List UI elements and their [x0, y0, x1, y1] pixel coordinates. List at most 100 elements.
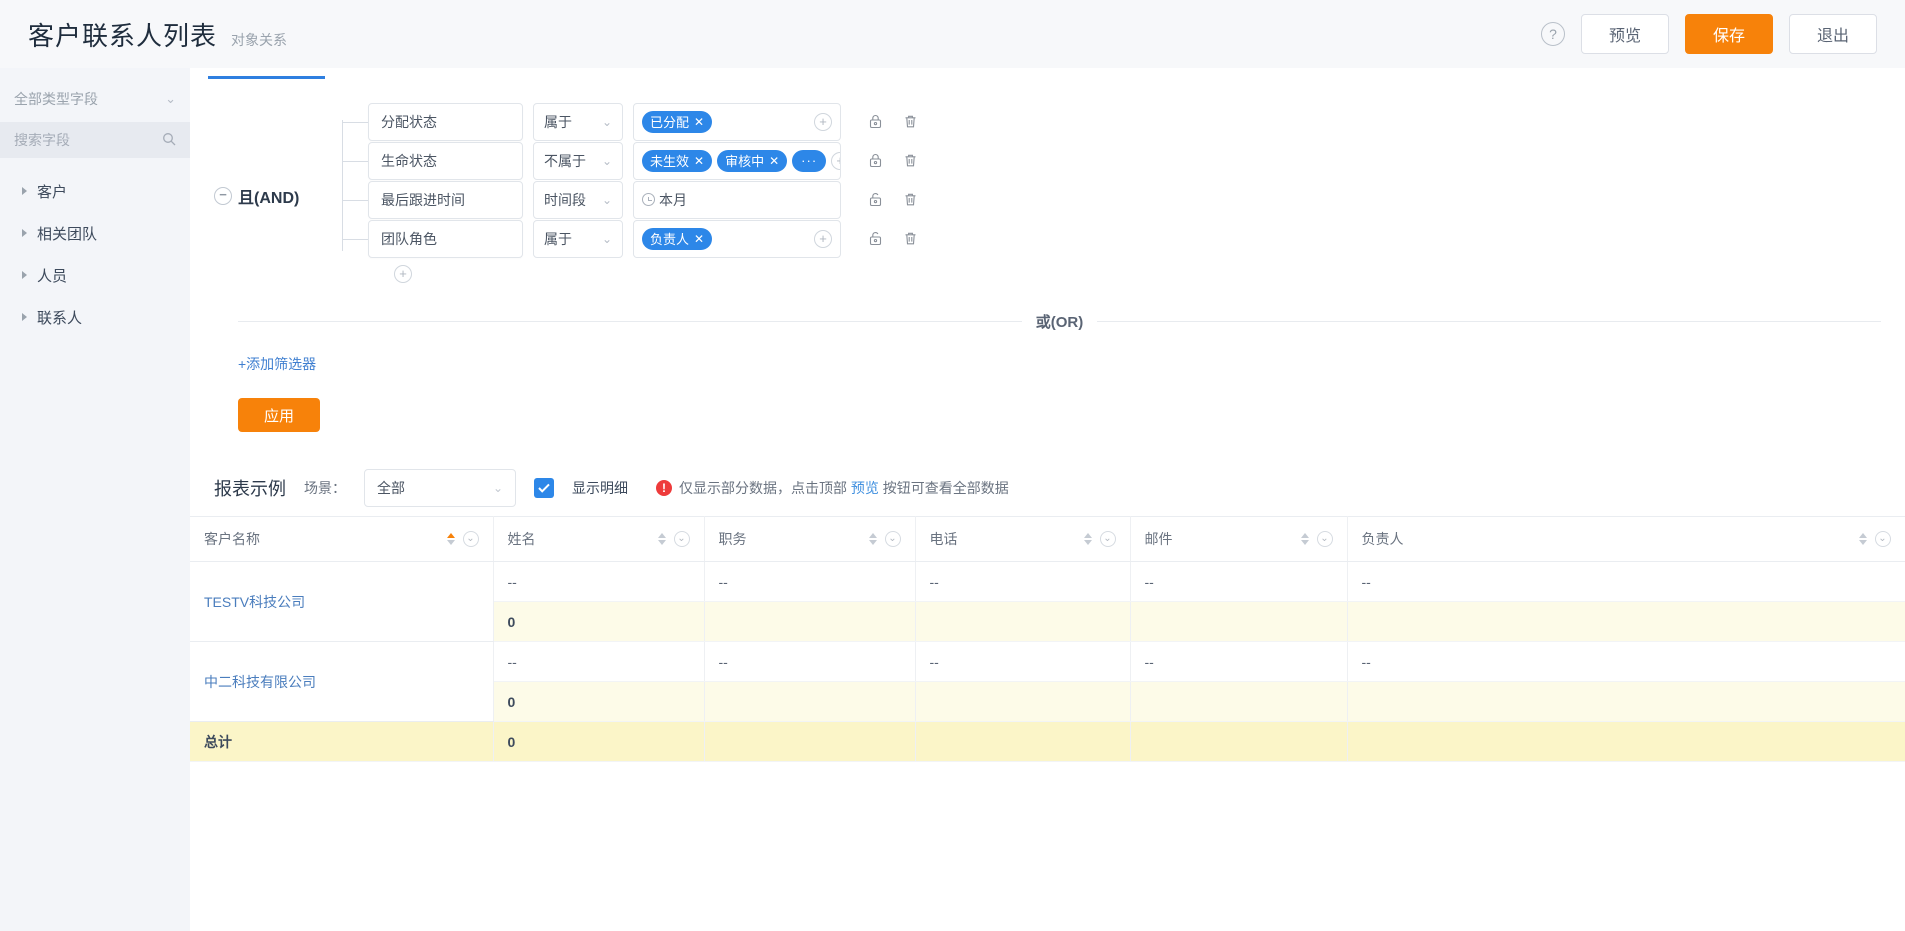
add-condition-button[interactable]: +	[394, 265, 412, 283]
cell-phone: --	[915, 562, 1130, 602]
and-label-text: 且(AND)	[238, 184, 299, 208]
sort-control[interactable]	[447, 533, 455, 545]
cell-position: --	[704, 562, 915, 602]
warning-prefix: 仅显示部分数据，点击顶部	[679, 480, 847, 496]
sidebar-item-customer[interactable]: 客户	[0, 170, 190, 212]
column-menu-icon[interactable]: ⌄	[885, 531, 901, 547]
scene-select[interactable]: 全部 ⌄	[364, 469, 516, 507]
help-icon[interactable]: ?	[1541, 22, 1565, 46]
save-button[interactable]: 保存	[1685, 14, 1773, 54]
show-detail-checkbox[interactable]	[534, 478, 554, 498]
add-filter-link[interactable]: +添加筛选器	[238, 354, 316, 374]
chevron-down-icon: ⌄	[493, 481, 503, 495]
value-tag[interactable]: 负责人 ✕	[642, 228, 712, 250]
filter-field-select[interactable]: 团队角色	[368, 220, 523, 258]
filter-value-field[interactable]: 未生效 ✕ 审核中 ✕ ··· +	[633, 142, 841, 180]
column-menu-icon[interactable]: ⌄	[1100, 531, 1116, 547]
column-header-label: 客户名称	[204, 529, 447, 549]
filter-field-select[interactable]: 生命状态	[368, 142, 523, 180]
filter-field-select[interactable]: 分配状态	[368, 103, 523, 141]
column-header-label: 负责人	[1362, 529, 1859, 549]
search-icon	[162, 132, 176, 149]
sort-control[interactable]	[1859, 533, 1867, 545]
column-header-name[interactable]: 姓名 ⌄	[493, 517, 704, 562]
sort-control[interactable]	[1301, 533, 1309, 545]
lock-closed-icon[interactable]	[867, 152, 884, 169]
filter-operator-select[interactable]: 属于 ⌄	[533, 220, 623, 258]
cell-position: --	[704, 642, 915, 682]
collapse-icon[interactable]: −	[214, 187, 232, 205]
operator-label: 时间段	[544, 190, 586, 210]
column-header-email[interactable]: 邮件 ⌄	[1130, 517, 1347, 562]
filter-operator-select[interactable]: 不属于 ⌄	[533, 142, 623, 180]
exit-button[interactable]: 退出	[1789, 14, 1877, 54]
value-tag[interactable]: 未生效 ✕	[642, 150, 712, 172]
add-value-icon[interactable]: +	[814, 230, 832, 248]
filter-value-field[interactable]: 已分配 ✕ +	[633, 103, 841, 141]
sort-control[interactable]	[869, 533, 877, 545]
filter-value-field[interactable]: 负责人 ✕ +	[633, 220, 841, 258]
add-value-icon[interactable]: +	[831, 152, 841, 170]
triangle-right-icon	[22, 229, 27, 237]
trash-icon[interactable]	[902, 191, 919, 208]
field-tree: 客户 相关团队 人员 联系人	[0, 158, 190, 338]
filter-field-select[interactable]: 最后跟进时间	[368, 181, 523, 219]
value-tag[interactable]: 已分配 ✕	[642, 111, 712, 133]
filter-operator-select[interactable]: 属于 ⌄	[533, 103, 623, 141]
sort-control[interactable]	[1084, 533, 1092, 545]
bracket-tick	[342, 161, 368, 162]
value-tag[interactable]: 审核中 ✕	[717, 150, 787, 172]
warning-preview-link[interactable]: 预览	[851, 480, 879, 496]
sidebar-item-team[interactable]: 相关团队	[0, 212, 190, 254]
triangle-right-icon	[22, 187, 27, 195]
triangle-right-icon	[22, 271, 27, 279]
filter-value-field[interactable]: 本月	[633, 181, 841, 219]
sort-control[interactable]	[658, 533, 666, 545]
group-name-cell[interactable]: 中二科技有限公司	[190, 642, 493, 722]
close-icon[interactable]: ✕	[769, 154, 779, 168]
cell-email: --	[1130, 562, 1347, 602]
sidebar-item-personnel[interactable]: 人员	[0, 254, 190, 296]
scene-select-value: 全部	[377, 478, 405, 498]
lock-open-icon[interactable]	[867, 191, 884, 208]
data-warning: ! 仅显示部分数据，点击顶部 预览 按钮可查看全部数据	[656, 478, 1009, 498]
apply-button[interactable]: 应用	[238, 398, 320, 432]
value-tag-label: 负责人	[650, 229, 689, 248]
column-header-owner[interactable]: 负责人 ⌄	[1347, 517, 1905, 562]
column-menu-icon[interactable]: ⌄	[463, 531, 479, 547]
column-menu-icon[interactable]: ⌄	[1317, 531, 1333, 547]
sidebar-item-contact[interactable]: 联系人	[0, 296, 190, 338]
trash-icon[interactable]	[902, 152, 919, 169]
subtotal-phone	[915, 682, 1130, 722]
lock-open-icon[interactable]	[867, 230, 884, 247]
search-fields-input[interactable]: 搜索字段	[0, 122, 190, 158]
sort-desc-icon	[869, 540, 877, 545]
column-menu-icon[interactable]: ⌄	[1875, 531, 1891, 547]
close-icon[interactable]: ✕	[694, 115, 704, 129]
lock-closed-icon[interactable]	[867, 113, 884, 130]
column-header-label: 职务	[719, 529, 869, 549]
column-header-position[interactable]: 职务 ⌄	[704, 517, 915, 562]
field-type-select[interactable]: 全部类型字段 ⌄	[0, 76, 190, 122]
grand-total-email	[1130, 722, 1347, 762]
preview-button[interactable]: 预览	[1581, 14, 1669, 54]
divider-line	[1097, 321, 1881, 322]
value-tag-overflow[interactable]: ···	[792, 150, 826, 172]
group-name-cell[interactable]: TESTV科技公司	[190, 562, 493, 642]
divider-line	[238, 321, 1022, 322]
trash-icon[interactable]	[902, 230, 919, 247]
close-icon[interactable]: ✕	[694, 154, 704, 168]
grand-total-position	[704, 722, 915, 762]
trash-icon[interactable]	[902, 113, 919, 130]
filter-operator-select[interactable]: 时间段 ⌄	[533, 181, 623, 219]
show-detail-label[interactable]: 显示明细	[572, 478, 628, 498]
column-header-customer-name[interactable]: 客户名称 ⌄	[190, 517, 493, 562]
column-menu-icon[interactable]: ⌄	[674, 531, 690, 547]
grand-total-phone	[915, 722, 1130, 762]
and-group-label: − 且(AND)	[214, 184, 342, 208]
row-actions	[867, 152, 919, 169]
close-icon[interactable]: ✕	[694, 232, 704, 246]
subtotal-email	[1130, 602, 1347, 642]
add-value-icon[interactable]: +	[814, 113, 832, 131]
column-header-phone[interactable]: 电话 ⌄	[915, 517, 1130, 562]
